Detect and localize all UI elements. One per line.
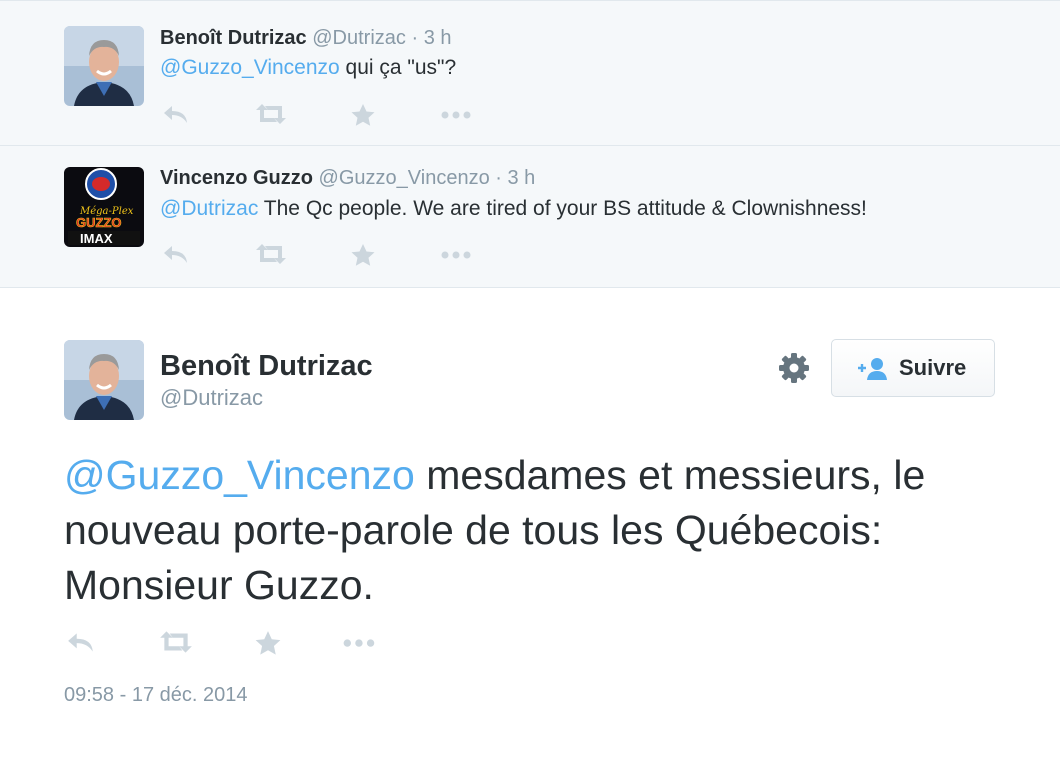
- author-handle[interactable]: @Dutrizac: [160, 385, 263, 411]
- author-name[interactable]: Benoît Dutrizac: [160, 350, 373, 383]
- retweet-icon[interactable]: [254, 103, 288, 125]
- tweet-text: @Dutrizac The Qc people. We are tired of…: [160, 197, 867, 221]
- follow-label: Suivre: [899, 355, 967, 380]
- avatar[interactable]: [64, 26, 144, 106]
- favorite-icon[interactable]: [254, 630, 282, 656]
- avatar[interactable]: [64, 340, 144, 420]
- avatar[interactable]: Méga-Plex GUZZO IMAX: [64, 167, 144, 247]
- tweet-actions: [66, 630, 386, 660]
- reply-tweet[interactable]: Benoît Dutrizac @Dutrizac · 3 h @Guzzo_V…: [0, 0, 1060, 146]
- mention-link[interactable]: @Dutrizac: [160, 197, 258, 220]
- tweet-actions: [162, 103, 482, 127]
- mention-link[interactable]: @Guzzo_Vincenzo: [160, 56, 340, 79]
- tweet-time[interactable]: 3 h: [424, 27, 452, 49]
- tweet-header: Benoît Dutrizac @Dutrizac · 3 h: [160, 27, 452, 50]
- more-icon[interactable]: [440, 243, 474, 265]
- author-name[interactable]: Vincenzo Guzzo: [160, 167, 313, 189]
- separator-dot: ·: [411, 27, 419, 49]
- favorite-icon[interactable]: [350, 243, 376, 267]
- more-icon[interactable]: [342, 630, 378, 654]
- mention-link[interactable]: @Guzzo_Vincenzo: [64, 452, 415, 498]
- tweet-body: qui ça "us"?: [339, 56, 457, 79]
- reply-icon[interactable]: [162, 243, 190, 265]
- logo-line2: GUZZO: [76, 215, 122, 230]
- tweet-text: @Guzzo_Vincenzo qui ça "us"?: [160, 56, 456, 80]
- author-handle[interactable]: @Guzzo_Vincenzo: [319, 167, 490, 189]
- follow-button[interactable]: Suivre: [831, 339, 995, 397]
- tweet-body: The Qc people. We are tired of your BS a…: [258, 197, 867, 220]
- gear-icon[interactable]: [777, 351, 811, 385]
- separator-dot: ·: [495, 167, 502, 189]
- tweet-timestamp[interactable]: 09:58 - 17 déc. 2014: [64, 684, 247, 707]
- author-name[interactable]: Benoît Dutrizac: [160, 27, 307, 49]
- follow-icon: [856, 357, 890, 386]
- retweet-icon[interactable]: [254, 243, 288, 265]
- favorite-icon[interactable]: [350, 103, 376, 127]
- logo-line3: IMAX: [80, 231, 113, 246]
- reply-icon[interactable]: [66, 630, 96, 654]
- author-handle[interactable]: @Dutrizac: [312, 27, 406, 49]
- tweet-time[interactable]: 3 h: [508, 167, 536, 189]
- tweet-actions: [162, 243, 482, 267]
- tweet-text: @Guzzo_Vincenzo mesdames et messieurs, l…: [64, 448, 1004, 613]
- reply-tweet[interactable]: Méga-Plex GUZZO IMAX Vincenzo Guzzo @Guz…: [0, 146, 1060, 288]
- reply-icon[interactable]: [162, 103, 190, 125]
- tweet-header: Vincenzo Guzzo @Guzzo_Vincenzo · 3 h: [160, 167, 535, 190]
- more-icon[interactable]: [440, 103, 474, 125]
- retweet-icon[interactable]: [158, 630, 194, 654]
